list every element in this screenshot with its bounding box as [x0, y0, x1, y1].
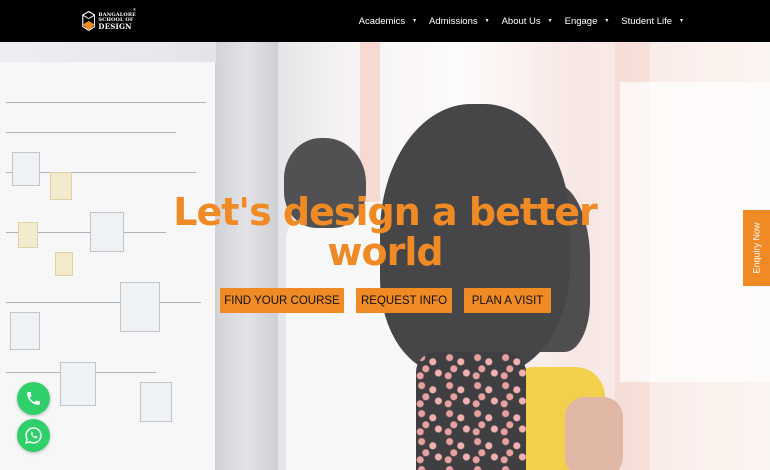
logo-line-3: DESIGN — [98, 21, 132, 31]
caret-down-icon: ▼ — [412, 18, 418, 24]
caret-down-icon: ▼ — [547, 18, 553, 24]
headline-line-1: Let's design a better — [173, 190, 597, 234]
headline-line-2: world — [327, 230, 443, 274]
nav-item-about-us[interactable]: About Us ▼ — [496, 16, 559, 27]
hero-section: Let's design a better world FIND YOUR CO… — [0, 42, 770, 470]
whatsapp-button[interactable] — [17, 419, 50, 452]
logo-trademark: ® — [133, 7, 136, 12]
nav-label: Academics — [358, 15, 406, 27]
nav-item-academics[interactable]: Academics ▼ — [353, 16, 423, 27]
hero-headline: Let's design a better world — [0, 192, 770, 272]
logo-wordmark: BANGALORE SCHOOL OF DESIGN — [98, 12, 136, 31]
caret-down-icon: ▼ — [679, 18, 684, 24]
whatsapp-icon — [25, 427, 42, 444]
phone-icon — [27, 392, 40, 405]
site-header: BANGALORE SCHOOL OF DESIGN ® Academics ▼… — [0, 0, 770, 42]
logo-cube-icon — [82, 10, 96, 32]
enquiry-now-label: Enquiry Now — [751, 222, 762, 274]
nav-label: Student Life — [621, 15, 673, 27]
phone-call-button[interactable] — [17, 382, 50, 415]
nav-label: Admissions — [429, 15, 478, 27]
nav-item-admissions[interactable]: Admissions ▼ — [423, 16, 496, 27]
brand-logo[interactable]: BANGALORE SCHOOL OF DESIGN ® — [82, 6, 136, 36]
plan-a-visit-button[interactable]: PLAN A VISIT — [464, 288, 551, 313]
main-nav: Academics ▼ Admissions ▼ About Us ▼ Enga… — [353, 0, 690, 42]
enquiry-now-tab[interactable]: Enquiry Now — [743, 210, 770, 286]
nav-item-engage[interactable]: Engage ▼ — [559, 16, 616, 27]
find-your-course-button[interactable]: FIND YOUR COURSE — [220, 288, 344, 313]
nav-item-student-life[interactable]: Student Life ▼ — [615, 16, 690, 27]
caret-down-icon: ▼ — [484, 18, 490, 24]
request-info-button[interactable]: REQUEST INFO — [356, 288, 452, 313]
hero-cta-group: FIND YOUR COURSE REQUEST INFO PLAN A VIS… — [220, 288, 551, 313]
nav-label: Engage — [564, 15, 598, 27]
caret-down-icon: ▼ — [604, 18, 610, 24]
nav-label: About Us — [501, 15, 541, 27]
